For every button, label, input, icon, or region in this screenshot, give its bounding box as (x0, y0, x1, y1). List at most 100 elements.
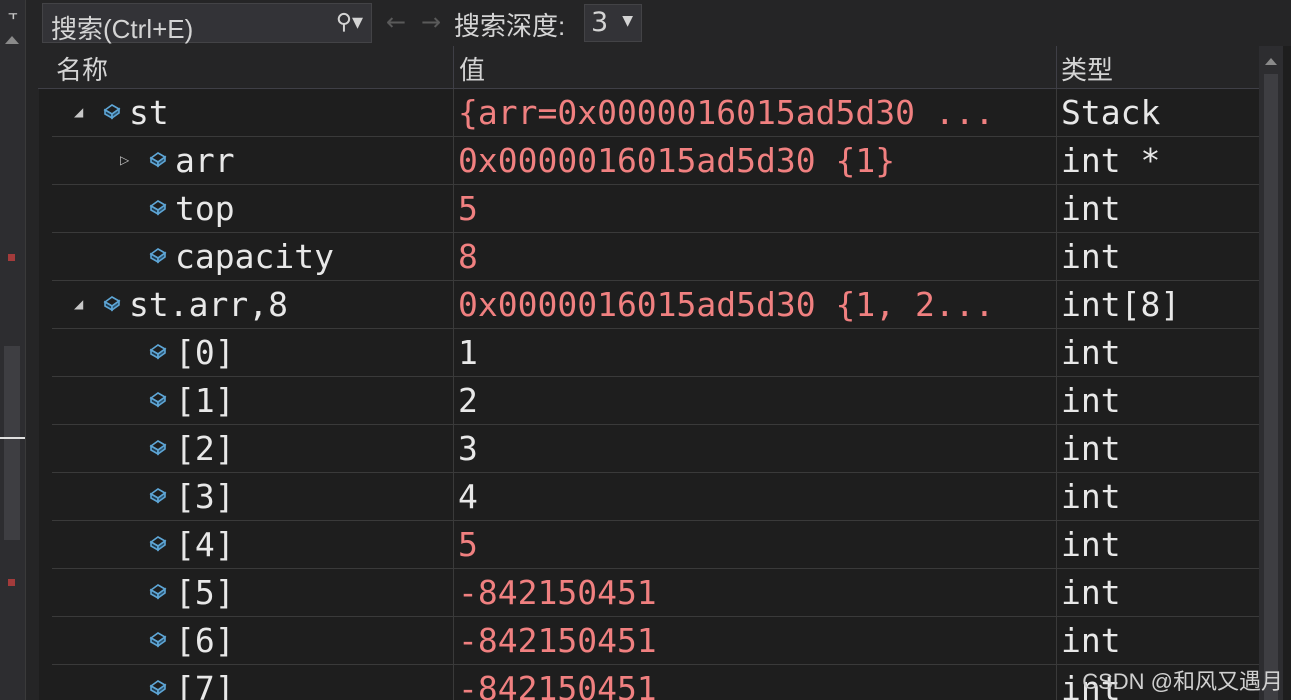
table-row[interactable]: ◢ st {arr=0x0000016015ad5d30 ... Stack (52, 89, 1259, 137)
table-row[interactable]: top 5 int (52, 185, 1259, 233)
cell-divider (453, 665, 454, 700)
search-depth-label: 搜索深度: (454, 11, 566, 41)
cell-divider (1056, 329, 1057, 377)
row-type: int * (1061, 141, 1161, 180)
gutter-position-line (0, 437, 25, 439)
object-cube-icon (148, 245, 168, 265)
row-type: int (1061, 381, 1121, 420)
cell-divider (453, 137, 454, 185)
cell-divider (1056, 425, 1057, 473)
cell-divider (453, 89, 454, 137)
cell-divider (453, 617, 454, 665)
cell-divider (1056, 377, 1057, 425)
table-row[interactable]: [0] 1 int (52, 329, 1259, 377)
cell-divider (453, 377, 454, 425)
column-header-value[interactable]: 值 (459, 50, 485, 87)
object-cube-icon (148, 197, 168, 217)
triangle-collapsed-icon[interactable]: ▷ (120, 153, 129, 167)
table-row[interactable]: [7] -842150451 int (52, 665, 1259, 700)
row-value[interactable]: 0x0000016015ad5d30 {1} (458, 141, 895, 181)
row-name: [7] (175, 669, 235, 700)
row-type: int (1061, 237, 1121, 276)
cell-divider (453, 233, 454, 281)
row-value[interactable]: 8 (458, 237, 478, 277)
row-value[interactable]: 3 (458, 429, 478, 469)
cell-divider (453, 281, 454, 329)
search-icon[interactable]: ⚲▾ (336, 10, 363, 35)
column-header-name[interactable]: 名称 (56, 50, 108, 87)
object-cube-icon (148, 485, 168, 505)
object-cube-icon (148, 533, 168, 553)
row-value[interactable]: 1 (458, 333, 478, 373)
breakpoint-marker (8, 579, 15, 586)
column-resize-handle[interactable] (453, 46, 454, 88)
column-header: 名称 值 类型 (38, 46, 1259, 89)
search-back-button[interactable]: ← (386, 8, 406, 36)
scroll-up-icon[interactable] (1265, 58, 1277, 65)
object-cube-icon (148, 677, 168, 697)
row-name: st.arr,8 (129, 285, 288, 324)
column-resize-handle[interactable] (1056, 46, 1057, 88)
cell-divider (1056, 569, 1057, 617)
row-value[interactable]: 5 (458, 189, 478, 229)
watermark: CSDN @和风又遇月 (1082, 669, 1283, 694)
row-value[interactable]: 2 (458, 381, 478, 421)
vertical-scrollbar[interactable] (1259, 46, 1283, 700)
table-row[interactable]: [3] 4 int (52, 473, 1259, 521)
scrollbar-thumb[interactable] (1264, 74, 1278, 700)
row-value[interactable]: -842150451 (458, 621, 657, 661)
object-cube-icon (148, 437, 168, 457)
search-depth-select[interactable]: 3 ▼ (584, 4, 642, 42)
row-type: int (1061, 477, 1121, 516)
table-row[interactable]: ◢ st.arr,8 0x0000016015ad5d30 {1, 2... int[… (52, 281, 1259, 329)
row-name: [6] (175, 621, 235, 660)
row-name: top (175, 189, 235, 228)
table-row[interactable]: [4] 5 int (52, 521, 1259, 569)
triangle-expanded-icon[interactable]: ◢ (74, 105, 83, 119)
row-value[interactable]: {arr=0x0000016015ad5d30 ... (458, 93, 994, 133)
pin-icon[interactable]: ⫟ (4, 4, 22, 24)
watch-toolbar: 搜索(Ctrl+E) ⚲▾ ← → 搜索深度: 3 ▼ (38, 0, 1291, 46)
table-row[interactable]: capacity 8 int (52, 233, 1259, 281)
cell-divider (1056, 233, 1057, 281)
table-row[interactable]: [2] 3 int (52, 425, 1259, 473)
row-name: [2] (175, 429, 235, 468)
row-value[interactable]: -842150451 (458, 573, 657, 613)
gutter-scrollbar-track[interactable] (4, 346, 20, 540)
object-cube-icon (148, 149, 168, 169)
cell-divider (1056, 665, 1057, 700)
row-type: int (1061, 333, 1121, 372)
watch-grid: ◢ st {arr=0x0000016015ad5d30 ... Stack ▷ arr 0… (38, 89, 1259, 700)
cell-divider (453, 473, 454, 521)
cell-divider (1056, 617, 1057, 665)
table-row[interactable]: [6] -842150451 int (52, 617, 1259, 665)
row-type: int (1061, 573, 1121, 612)
search-forward-button[interactable]: → (421, 8, 441, 36)
cell-divider (453, 329, 454, 377)
object-cube-icon (148, 581, 168, 601)
row-type: int (1061, 189, 1121, 228)
row-value[interactable]: 4 (458, 477, 478, 517)
table-row[interactable]: [5] -842150451 int (52, 569, 1259, 617)
row-name: [5] (175, 573, 235, 612)
search-input[interactable]: 搜索(Ctrl+E) ⚲▾ (42, 3, 372, 44)
row-value[interactable]: -842150451 (458, 669, 657, 700)
table-row[interactable]: [1] 2 int (52, 377, 1259, 425)
row-type: int[8] (1061, 285, 1181, 324)
search-placeholder: 搜索(Ctrl+E) (51, 14, 194, 44)
object-cube-icon (102, 101, 122, 121)
gutter-scroll-up-icon[interactable] (5, 36, 19, 44)
triangle-expanded-icon[interactable]: ◢ (74, 297, 83, 311)
chevron-down-icon: ▼ (622, 13, 633, 29)
pane-divider (25, 0, 39, 700)
row-value[interactable]: 0x0000016015ad5d30 {1, 2... (458, 285, 994, 325)
table-row[interactable]: ▷ arr 0x0000016015ad5d30 {1} int * (52, 137, 1259, 185)
row-value[interactable]: 5 (458, 525, 478, 565)
row-name: [1] (175, 381, 235, 420)
cell-divider (453, 425, 454, 473)
column-header-type[interactable]: 类型 (1061, 50, 1113, 87)
row-name: st (129, 93, 169, 132)
cell-divider (1056, 185, 1057, 233)
row-type: Stack (1061, 93, 1161, 132)
row-type: int (1061, 525, 1121, 564)
